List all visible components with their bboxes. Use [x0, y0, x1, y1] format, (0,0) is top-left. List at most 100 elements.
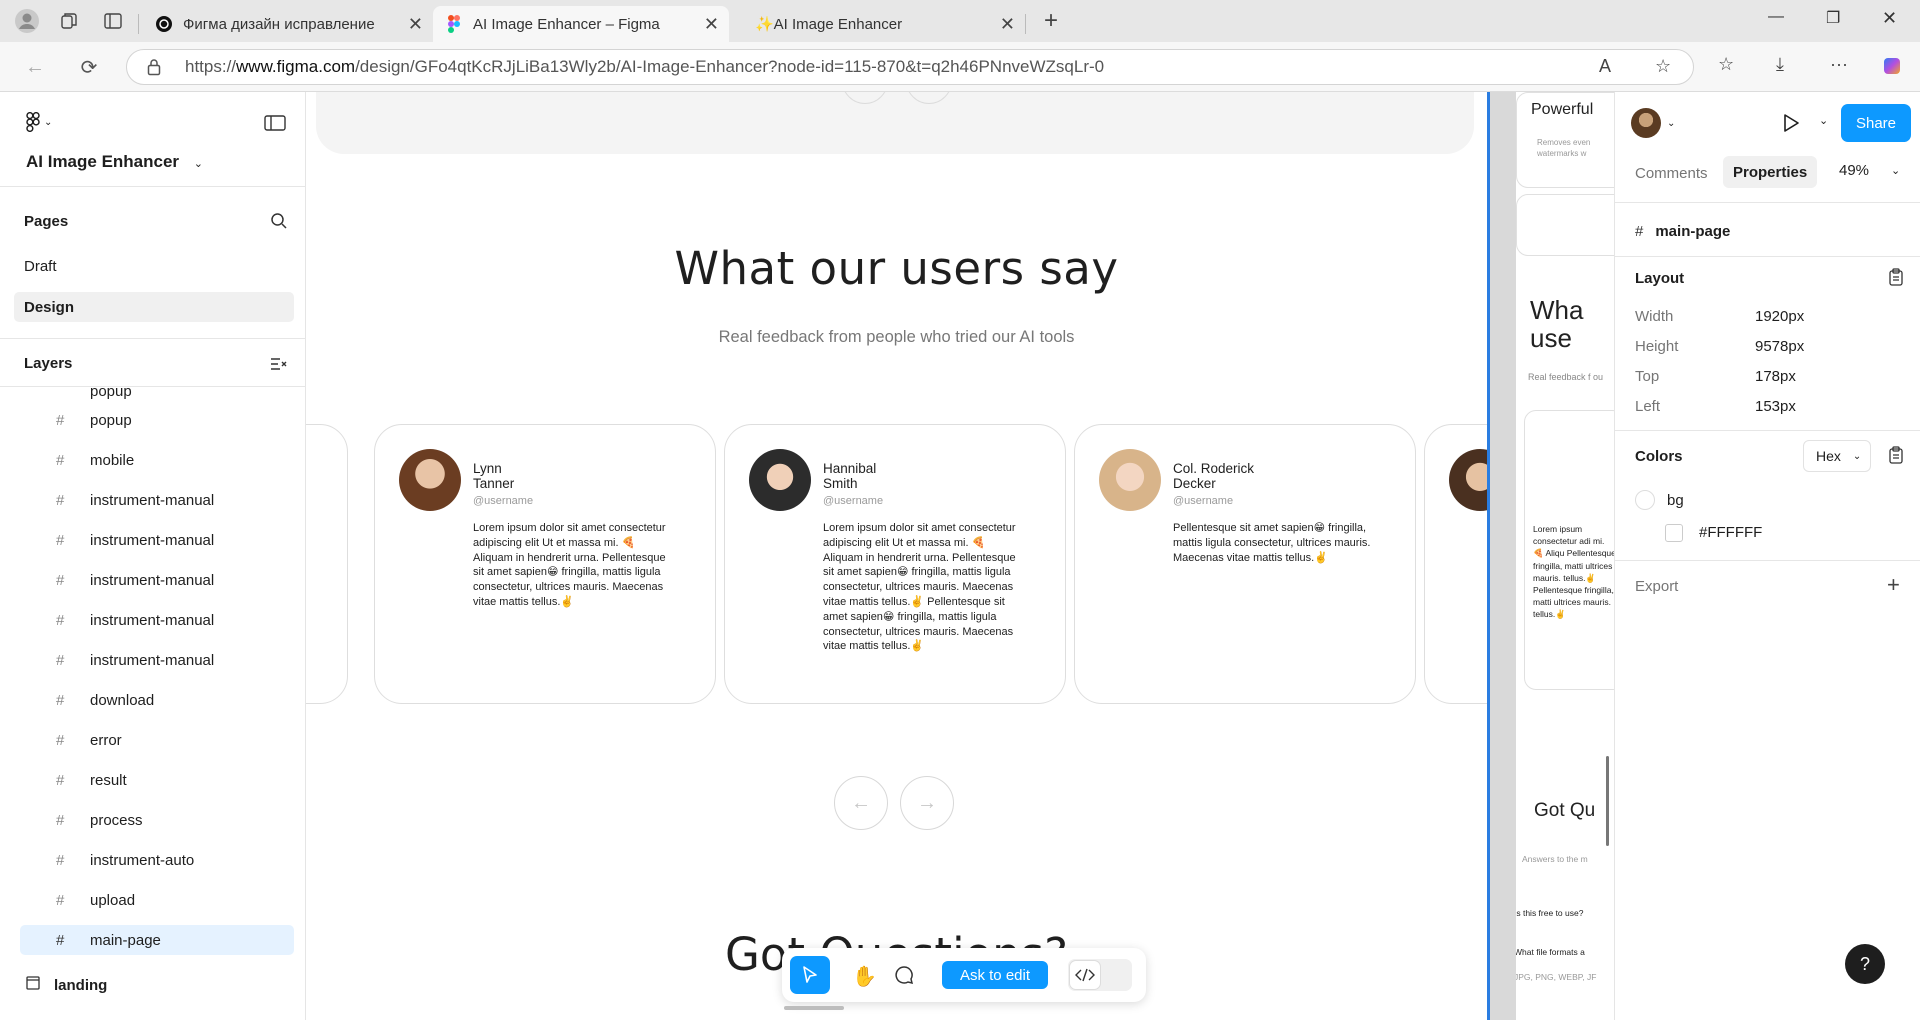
testimonial-card-partial	[306, 424, 348, 704]
colors-title: Colors	[1635, 447, 1683, 465]
frame-icon: #	[56, 851, 65, 869]
tab-figma-active[interactable]: AI Image Enhancer – Figma ✕	[433, 6, 729, 42]
page-icon	[26, 976, 40, 994]
review-text: Lorem ipsum dolor sit amet consectetur a…	[823, 522, 1016, 653]
chevron-down-icon: ⌄	[1852, 450, 1862, 462]
figma-menu-icon[interactable]: ⌄	[26, 112, 52, 132]
browser-tabbar: Фигма дизайн исправление ✕ AI Image Enha…	[0, 0, 1920, 42]
hand-tool-icon[interactable]: ✋	[852, 964, 877, 989]
testimonial-card: Col. Roderick Decker @username Pellentes…	[1074, 424, 1416, 704]
previous-section-card	[316, 92, 1474, 154]
vertical-tabs-icon[interactable]	[96, 4, 130, 38]
profile-icon[interactable]	[10, 4, 44, 38]
collapse-layers-icon[interactable]	[270, 356, 288, 377]
reload-icon[interactable]: ⟳	[74, 52, 104, 82]
frame-icon: #	[56, 651, 65, 669]
layer-item[interactable]: # instrument-manual	[20, 645, 294, 675]
layer-item[interactable]: # result	[20, 765, 294, 795]
avatar	[1099, 449, 1161, 511]
color-variable-name[interactable]: bg	[1667, 492, 1684, 509]
copy-colors-icon[interactable]	[1888, 446, 1904, 469]
pages-title: Pages	[24, 213, 69, 230]
restore-icon[interactable]: ❐	[1826, 8, 1840, 28]
frame-icon: #	[56, 611, 65, 629]
layer-item[interactable]: # instrument-manual	[20, 525, 294, 555]
color-hex-value[interactable]: #FFFFFF	[1699, 524, 1762, 541]
file-name[interactable]: AI Image Enhancer ⌄	[26, 152, 203, 172]
mobile-frame: Powerful Removes even watermarks w Wha u…	[1516, 92, 1614, 1020]
share-button[interactable]: Share	[1841, 104, 1911, 142]
page-item-design[interactable]: Design	[14, 292, 294, 322]
export-title: Export	[1635, 577, 1679, 595]
layer-item[interactable]: # instrument-manual	[20, 565, 294, 595]
color-variable-swatch	[1635, 490, 1655, 510]
url-field[interactable]: https://www.figma.com/design/GFo4qtKcRJj…	[126, 49, 1694, 85]
layer-item-selected[interactable]: # main-page	[20, 925, 294, 955]
width-label: Width	[1635, 308, 1674, 325]
close-tab-icon[interactable]: ✕	[1000, 14, 1015, 35]
design-canvas[interactable]: What our users say Real feedback from pe…	[306, 92, 1487, 1020]
tab-comments[interactable]: Comments	[1635, 158, 1708, 188]
height-label: Height	[1635, 338, 1679, 355]
ask-to-edit-button[interactable]: Ask to edit	[942, 961, 1048, 989]
frame-icon: #	[56, 811, 65, 829]
layer-item[interactable]: # mobile	[20, 445, 294, 475]
downloads-icon[interactable]: ⤓	[1776, 54, 1784, 75]
page-landing[interactable]: landing	[26, 976, 107, 994]
favorite-star-icon[interactable]: ☆	[1655, 56, 1671, 77]
layer-item[interactable]: # instrument-manual	[20, 605, 294, 635]
workspaces-icon[interactable]	[52, 4, 86, 38]
carousel-next-button[interactable]: →	[900, 776, 954, 830]
search-icon[interactable]	[270, 212, 288, 235]
preview-faq-sub: Answers to the m	[1522, 854, 1588, 864]
layer-item[interactable]: # upload	[20, 885, 294, 915]
favorites-icon[interactable]: ☆	[1718, 54, 1734, 75]
chevron-down-icon: ⌄	[1891, 165, 1901, 177]
preview-scrollbar[interactable]	[1606, 756, 1609, 846]
left-value[interactable]: 153px	[1755, 398, 1796, 415]
frame-icon: #	[56, 491, 65, 509]
tab-label: Фигма дизайн исправление	[183, 15, 375, 33]
close-window-icon[interactable]: ✕	[1882, 8, 1897, 29]
minimize-icon[interactable]: —	[1768, 8, 1784, 26]
back-icon[interactable]: ←	[20, 52, 50, 82]
more-icon[interactable]: ···	[1830, 54, 1848, 75]
comment-tool-icon[interactable]	[894, 965, 914, 990]
read-aloud-icon[interactable]: A	[1599, 56, 1611, 77]
copy-layout-icon[interactable]	[1888, 268, 1904, 291]
zoom-dropdown[interactable]: 49% ⌄	[1839, 162, 1900, 179]
layer-item[interactable]: # download	[20, 685, 294, 715]
dev-mode-toggle[interactable]	[1068, 959, 1132, 991]
carousel-prev-button[interactable]: ←	[834, 776, 888, 830]
review-text: Pellentesque sit amet sapien😁 fringilla,…	[1173, 522, 1371, 564]
layer-item[interactable]: popup	[20, 388, 294, 406]
top-value[interactable]: 178px	[1755, 368, 1796, 385]
layer-item[interactable]: # popup	[20, 405, 294, 435]
user-avatar[interactable]: ⌄	[1631, 108, 1675, 138]
color-format-dropdown[interactable]: Hex ⌄	[1803, 440, 1871, 472]
new-tab-icon[interactable]: +	[1034, 4, 1068, 38]
layer-item[interactable]: # process	[20, 805, 294, 835]
layer-item[interactable]: # error	[20, 725, 294, 755]
help-button[interactable]: ?	[1845, 944, 1885, 984]
add-export-icon[interactable]: +	[1887, 572, 1900, 598]
mobile-preview-area: Powerful Removes even watermarks w Wha u…	[1490, 92, 1614, 1020]
height-value[interactable]: 9578px	[1755, 338, 1804, 355]
tab-ai-enhancer[interactable]: ✨AI Image Enhancer ✕	[729, 6, 1025, 42]
present-play-icon[interactable]	[1781, 112, 1801, 139]
copilot-icon[interactable]	[1880, 54, 1904, 83]
close-tab-icon[interactable]: ✕	[704, 14, 719, 35]
tab-figma-fix[interactable]: Фигма дизайн исправление ✕	[143, 6, 433, 42]
move-tool-button[interactable]	[790, 956, 830, 994]
layer-item[interactable]: # instrument-manual	[20, 485, 294, 515]
reviewer-name: Lynn Tanner	[473, 461, 515, 491]
horizontal-scrollbar[interactable]	[784, 1006, 844, 1010]
tab-properties[interactable]: Properties	[1723, 156, 1818, 188]
chevron-down-icon[interactable]: ⌄	[1819, 114, 1828, 127]
layer-item[interactable]: # instrument-auto	[20, 845, 294, 875]
width-value[interactable]: 1920px	[1755, 308, 1804, 325]
close-tab-icon[interactable]: ✕	[408, 14, 423, 35]
page-item-draft[interactable]: Draft	[14, 252, 294, 280]
toggle-sidebar-icon[interactable]	[264, 114, 286, 137]
figma-logo-icon	[445, 15, 463, 33]
